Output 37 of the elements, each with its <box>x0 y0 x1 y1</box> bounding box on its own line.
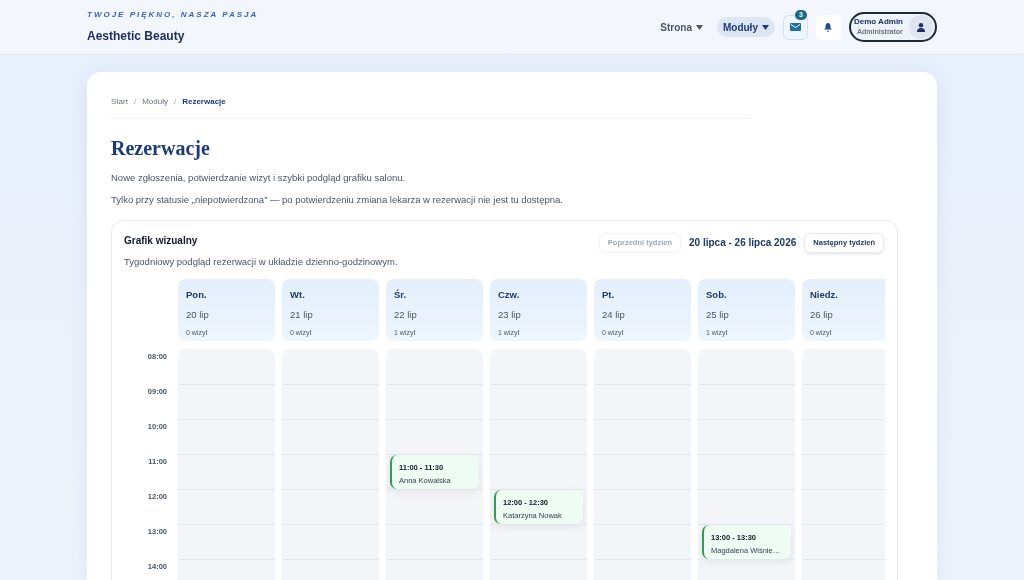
brand-tagline: TWOJE PIĘKNO, NASZA PASJA <box>87 9 259 21</box>
week-range: 20 lipca - 26 lipca 2026 <box>689 236 797 250</box>
day-name: Śr. <box>394 287 408 302</box>
day-date: 26 lip <box>810 308 834 322</box>
breadcrumb-link[interactable]: Moduły <box>142 96 168 108</box>
user-icon <box>917 22 925 32</box>
day-date: 20 lip <box>186 308 210 322</box>
page-title: Rezerwacje <box>111 136 211 162</box>
caret-icon <box>761 24 769 30</box>
brand-name: Aesthetic Beauty <box>87 28 186 45</box>
day-name: Pt. <box>602 287 616 302</box>
bell-icon <box>824 22 833 32</box>
day-name: Wt. <box>290 287 306 302</box>
day-name: Pon. <box>186 287 208 302</box>
nav-menu[interactable]: Moduły <box>716 17 775 37</box>
schedule-title: Grafik wizualny <box>124 233 199 248</box>
caret-icon <box>695 24 703 30</box>
day-name: Niedz. <box>810 287 839 302</box>
day-date: 24 lip <box>602 308 626 322</box>
mail-icon <box>789 23 801 31</box>
breadcrumb-separator: / <box>133 96 137 108</box>
messages-button[interactable] <box>782 14 808 40</box>
day-date: 25 lip <box>706 308 730 322</box>
day-date: 22 lip <box>394 308 418 322</box>
day-name: Czw. <box>498 287 521 302</box>
notifications-button[interactable] <box>815 14 841 40</box>
user-name: Demo Admin <box>853 17 903 27</box>
day-date: 23 lip <box>498 308 522 322</box>
day-name: Sob. <box>706 287 728 302</box>
nav-menu[interactable]: Strona <box>654 17 709 37</box>
schedule-subtitle: Tygodniowy podgląd rezerwacji w układzie dzienno-godzinowym. <box>124 254 398 269</box>
breadcrumb-link[interactable]: Start <box>111 96 128 108</box>
breadcrumb-separator: / <box>173 96 177 108</box>
page-description: Nowe zgłoszenia, potwierdzanie wizyt i szybki podgląd grafiku salonu. <box>111 171 407 185</box>
breadcrumb-link[interactable]: Rezerwacje <box>182 96 226 108</box>
page-note: Tylko przy statusie „niepotwierdzona” — po potwierdzeniu zmiana lekarza w rezerwacji nie jest tu dostępna. <box>111 193 564 208</box>
day-date: 21 lip <box>290 308 314 322</box>
